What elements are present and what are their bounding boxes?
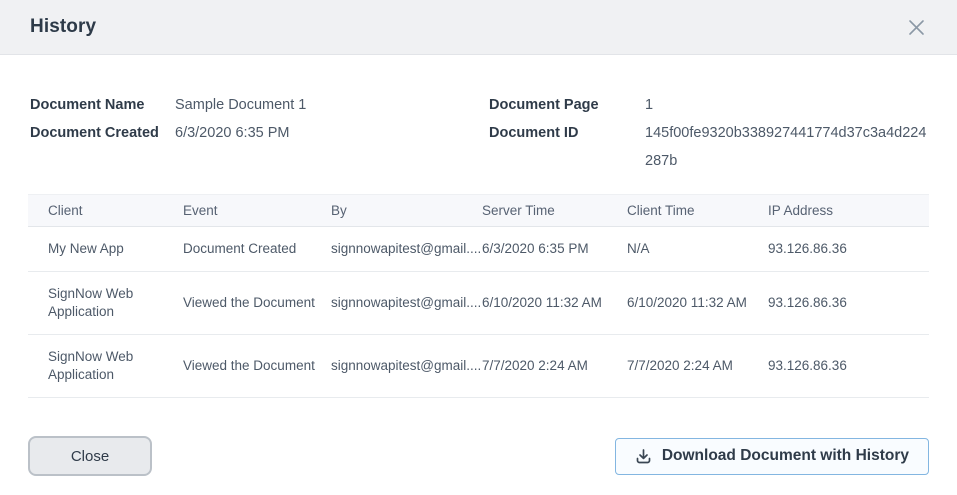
cell-ip-address: 93.126.86.36 [748,272,929,335]
cell-server-time: 6/10/2020 11:32 AM [462,272,607,335]
history-modal: History Document Name Sample Document 1 … [0,0,957,495]
cell-server-time: 6/3/2020 6:35 PM [462,227,607,272]
table-header-row: Client Event By Server Time Client Time … [28,195,929,227]
download-button-label: Download Document with History [662,447,909,465]
document-id-value: 145f00fe9320b338927441774d37c3a4d224287b [645,119,927,175]
cell-by: signnowapitest@gmail.... [311,227,462,272]
column-header-server-time: Server Time [462,195,607,227]
cell-event: Viewed the Document [163,272,311,335]
modal-footer: Close Download Document with History [0,436,957,476]
table-row: SignNow Web Application Viewed the Docum… [28,272,929,335]
document-created-label: Document Created [30,119,175,147]
cell-server-time: 7/7/2020 2:24 AM [462,335,607,398]
cell-client-time: 7/7/2020 2:24 AM [607,335,748,398]
cell-ip-address: 93.126.86.36 [748,335,929,398]
column-header-client-time: Client Time [607,195,748,227]
download-document-with-history-button[interactable]: Download Document with History [615,438,929,475]
column-header-event: Event [163,195,311,227]
close-button[interactable] [902,13,931,42]
cell-client: SignNow Web Application [28,272,163,335]
column-header-by: By [311,195,462,227]
close-icon [906,17,927,38]
cell-event: Document Created [163,227,311,272]
close-dialog-button[interactable]: Close [28,436,152,476]
document-info: Document Name Sample Document 1 Document… [0,55,957,175]
column-header-client: Client [28,195,163,227]
document-name-value: Sample Document 1 [175,91,489,119]
download-icon [635,448,652,465]
cell-client-time: N/A [607,227,748,272]
history-table: Client Event By Server Time Client Time … [28,194,929,398]
column-header-ip-address: IP Address [748,195,929,227]
cell-event: Viewed the Document [163,335,311,398]
cell-ip-address: 93.126.86.36 [748,227,929,272]
cell-client-time: 6/10/2020 11:32 AM [607,272,748,335]
table-row: My New App Document Created signnowapite… [28,227,929,272]
document-name-label: Document Name [30,91,175,119]
document-page-value: 1 [645,91,927,119]
document-created-value: 6/3/2020 6:35 PM [175,119,489,147]
document-info-right: Document Page 1 Document ID 145f00fe9320… [489,91,927,175]
cell-by: signnowapitest@gmail.... [311,272,462,335]
cell-by: signnowapitest@gmail.... [311,335,462,398]
document-page-label: Document Page [489,91,645,119]
document-info-left: Document Name Sample Document 1 Document… [30,91,489,175]
modal-title: History [30,16,96,38]
document-id-label: Document ID [489,119,645,175]
cell-client: My New App [28,227,163,272]
cell-client: SignNow Web Application [28,335,163,398]
table-row: SignNow Web Application Viewed the Docum… [28,335,929,398]
modal-header: History [0,0,957,55]
